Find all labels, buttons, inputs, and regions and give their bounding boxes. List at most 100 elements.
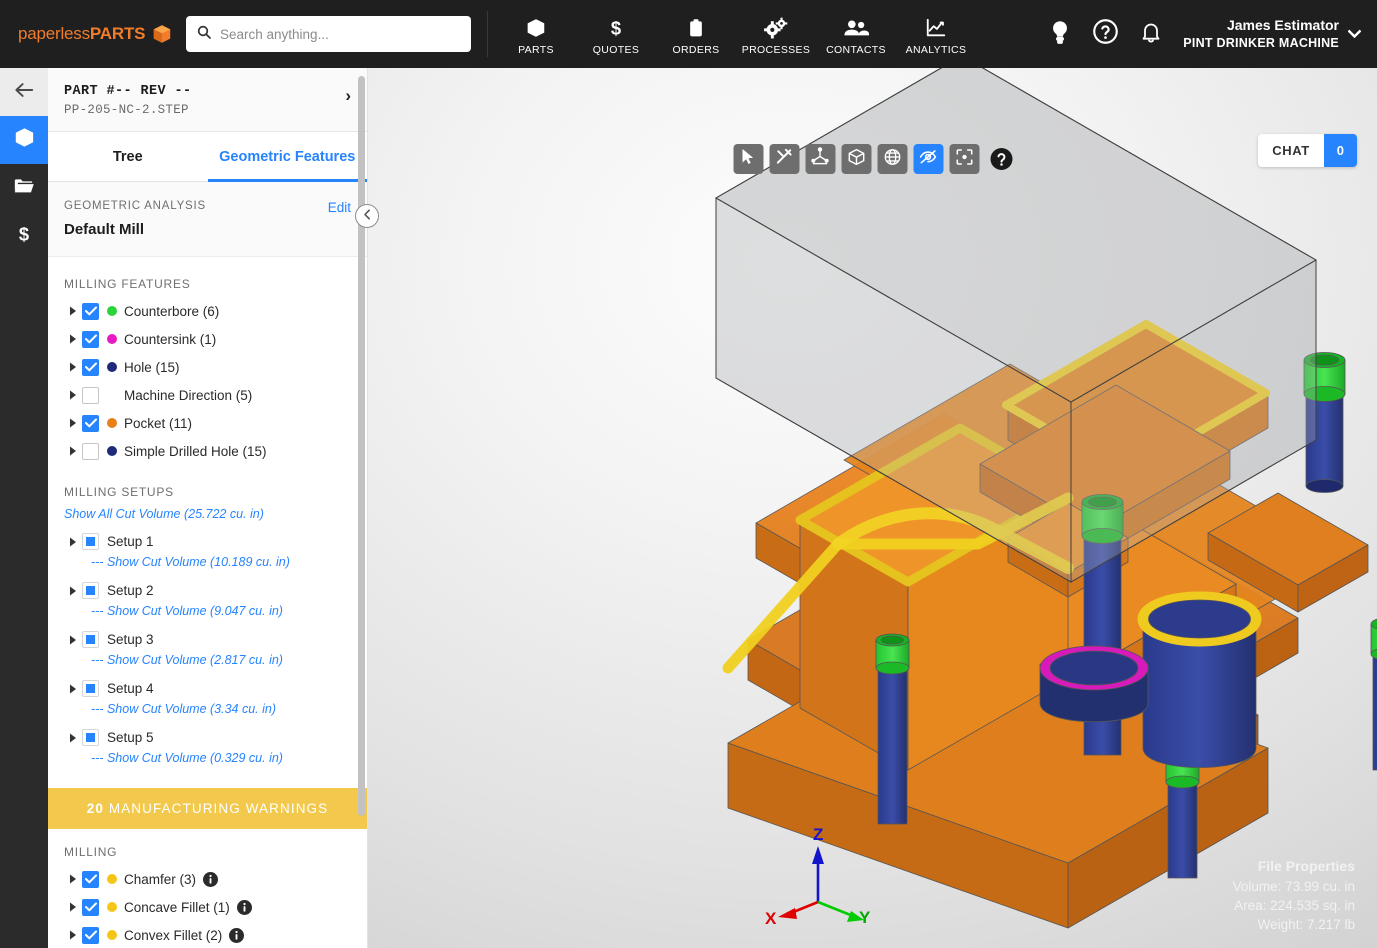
- expand-triangle-icon[interactable]: [64, 586, 82, 596]
- dollar-icon: $: [14, 223, 34, 250]
- search-input[interactable]: [220, 26, 461, 42]
- chevron-right-icon[interactable]: ›: [345, 84, 351, 104]
- expand-triangle-icon[interactable]: [64, 635, 82, 645]
- nav-item-analytics[interactable]: ANALYTICS: [896, 13, 976, 56]
- expand-triangle-icon[interactable]: [64, 930, 82, 940]
- hide-features-tool-button[interactable]: [913, 144, 943, 174]
- panel-tabs: Tree Geometric Features: [48, 132, 367, 182]
- feature-color-dot: [107, 446, 117, 456]
- cad-model-render[interactable]: [368, 68, 1377, 948]
- expand-triangle-icon[interactable]: [64, 334, 82, 344]
- setup-cut-volume-link[interactable]: --- Show Cut Volume (0.329 cu. in): [48, 750, 367, 772]
- back-button[interactable]: [0, 68, 48, 116]
- chat-label: CHAT: [1258, 134, 1324, 167]
- feature-row-simple-drilled-hole[interactable]: Simple Drilled Hole (15): [48, 437, 367, 465]
- feature-row-countersink[interactable]: Countersink (1): [48, 325, 367, 353]
- people-icon: [843, 16, 869, 40]
- setup-checkbox[interactable]: [82, 729, 99, 746]
- nav-label: PROCESSES: [741, 43, 811, 56]
- setup-row-1[interactable]: Setup 1: [48, 527, 367, 554]
- setup-cut-volume-link[interactable]: --- Show Cut Volume (2.817 cu. in): [48, 652, 367, 674]
- nav-item-quotes[interactable]: $ QUOTES: [576, 13, 656, 56]
- expand-triangle-icon[interactable]: [64, 902, 82, 912]
- setup-checkbox[interactable]: [82, 680, 99, 697]
- expand-triangle-icon[interactable]: [64, 733, 82, 743]
- select-tool-button[interactable]: [733, 144, 763, 174]
- setup-label: Setup 3: [107, 632, 154, 647]
- panel-scroll-area[interactable]: PART #-- REV -- PP-205-NC-2.STEP › Tree …: [48, 68, 367, 948]
- feature-label: Hole (15): [124, 359, 180, 375]
- setup-cut-volume-link[interactable]: --- Show Cut Volume (3.34 cu. in): [48, 701, 367, 723]
- setup-checkbox[interactable]: [82, 582, 99, 599]
- setup-cut-volume-link[interactable]: --- Show Cut Volume (10.189 cu. in): [48, 554, 367, 576]
- part-header[interactable]: PART #-- REV -- PP-205-NC-2.STEP ›: [48, 68, 367, 132]
- feature-row-machine-direction[interactable]: Machine Direction (5): [48, 381, 367, 409]
- tab-tree[interactable]: Tree: [48, 132, 208, 182]
- feature-row-counterbore[interactable]: Counterbore (6): [48, 297, 367, 325]
- feature-checkbox[interactable]: [82, 414, 99, 432]
- panel-scrollbar[interactable]: [358, 76, 365, 816]
- nav-item-processes[interactable]: PROCESSES: [736, 13, 816, 56]
- measure-tool-button[interactable]: [769, 144, 799, 174]
- model-viewer[interactable]: CHAT 0 File Properties Volume: 73.99 cu.…: [368, 68, 1377, 948]
- viewer-help-icon[interactable]: [990, 148, 1012, 170]
- info-icon[interactable]: [229, 927, 245, 943]
- setup-row-5[interactable]: Setup 5: [48, 723, 367, 750]
- expand-triangle-icon[interactable]: [64, 418, 82, 428]
- expand-triangle-icon[interactable]: [64, 537, 82, 547]
- feature-color-dot: [107, 334, 117, 344]
- feature-checkbox[interactable]: [82, 926, 99, 944]
- feature-checkbox[interactable]: [82, 386, 99, 404]
- setup-checkbox[interactable]: [82, 533, 99, 550]
- collapse-panel-button[interactable]: [355, 204, 379, 228]
- expand-triangle-icon[interactable]: [64, 362, 82, 372]
- info-icon[interactable]: [203, 871, 219, 887]
- feature-checkbox[interactable]: [82, 870, 99, 888]
- setup-checkbox[interactable]: [82, 631, 99, 648]
- feature-checkbox[interactable]: [82, 302, 99, 320]
- feature-checkbox[interactable]: [82, 898, 99, 916]
- help-circle-icon[interactable]: [1092, 18, 1119, 50]
- setup-row-2[interactable]: Setup 2: [48, 576, 367, 603]
- expand-triangle-icon[interactable]: [64, 306, 82, 316]
- feature-row-chamfer[interactable]: Chamfer (3): [48, 865, 367, 893]
- feature-checkbox[interactable]: [82, 330, 99, 348]
- setup-row-3[interactable]: Setup 3: [48, 625, 367, 652]
- manufacturing-warnings-banner[interactable]: 20 MANUFACTURING WARNINGS: [48, 788, 367, 829]
- edit-analysis-link[interactable]: Edit: [328, 200, 351, 215]
- nav-item-contacts[interactable]: CONTACTS: [816, 13, 896, 56]
- rail-item-pricing[interactable]: $: [0, 212, 48, 260]
- rail-item-files[interactable]: [0, 164, 48, 212]
- info-icon[interactable]: [236, 899, 252, 915]
- tab-geometric-features[interactable]: Geometric Features: [207, 132, 367, 182]
- user-info: James Estimator PINT DRINKER MACHINE: [1183, 17, 1339, 51]
- feature-row-pocket[interactable]: Pocket (11): [48, 409, 367, 437]
- expand-triangle-icon[interactable]: [64, 684, 82, 694]
- file-area: Area: 224.535 sq. in: [1234, 897, 1355, 913]
- set-origin-tool-button[interactable]: [805, 144, 835, 174]
- setup-cut-volume-link[interactable]: --- Show Cut Volume (9.047 cu. in): [48, 603, 367, 625]
- stock-box-tool-button[interactable]: [841, 144, 871, 174]
- expand-triangle-icon[interactable]: [64, 446, 82, 456]
- user-menu[interactable]: James Estimator PINT DRINKER MACHINE: [1183, 17, 1362, 51]
- nav-item-orders[interactable]: ORDERS: [656, 13, 736, 56]
- fit-view-tool-button[interactable]: [949, 144, 979, 174]
- brand-logo[interactable]: paperlessPARTS: [0, 23, 171, 45]
- geometric-analysis-value: Default Mill: [64, 221, 145, 238]
- orientation-tool-button[interactable]: [877, 144, 907, 174]
- show-all-cut-volume-link[interactable]: Show All Cut Volume (25.722 cu. in): [48, 505, 367, 527]
- chat-button[interactable]: CHAT 0: [1258, 134, 1357, 167]
- nav-item-parts[interactable]: PARTS: [496, 13, 576, 56]
- search-bar[interactable]: [186, 16, 471, 52]
- bell-icon[interactable]: [1139, 19, 1163, 50]
- expand-triangle-icon[interactable]: [64, 390, 82, 400]
- setup-row-4[interactable]: Setup 4: [48, 674, 367, 701]
- feature-checkbox[interactable]: [82, 358, 99, 376]
- feature-row-hole[interactable]: Hole (15): [48, 353, 367, 381]
- lightbulb-icon[interactable]: [1048, 19, 1072, 50]
- feature-row-concave-fillet[interactable]: Concave Fillet (1): [48, 893, 367, 921]
- expand-triangle-icon[interactable]: [64, 874, 82, 884]
- feature-row-convex-fillet[interactable]: Convex Fillet (2): [48, 921, 367, 948]
- rail-item-part[interactable]: [0, 116, 48, 164]
- feature-checkbox[interactable]: [82, 442, 99, 460]
